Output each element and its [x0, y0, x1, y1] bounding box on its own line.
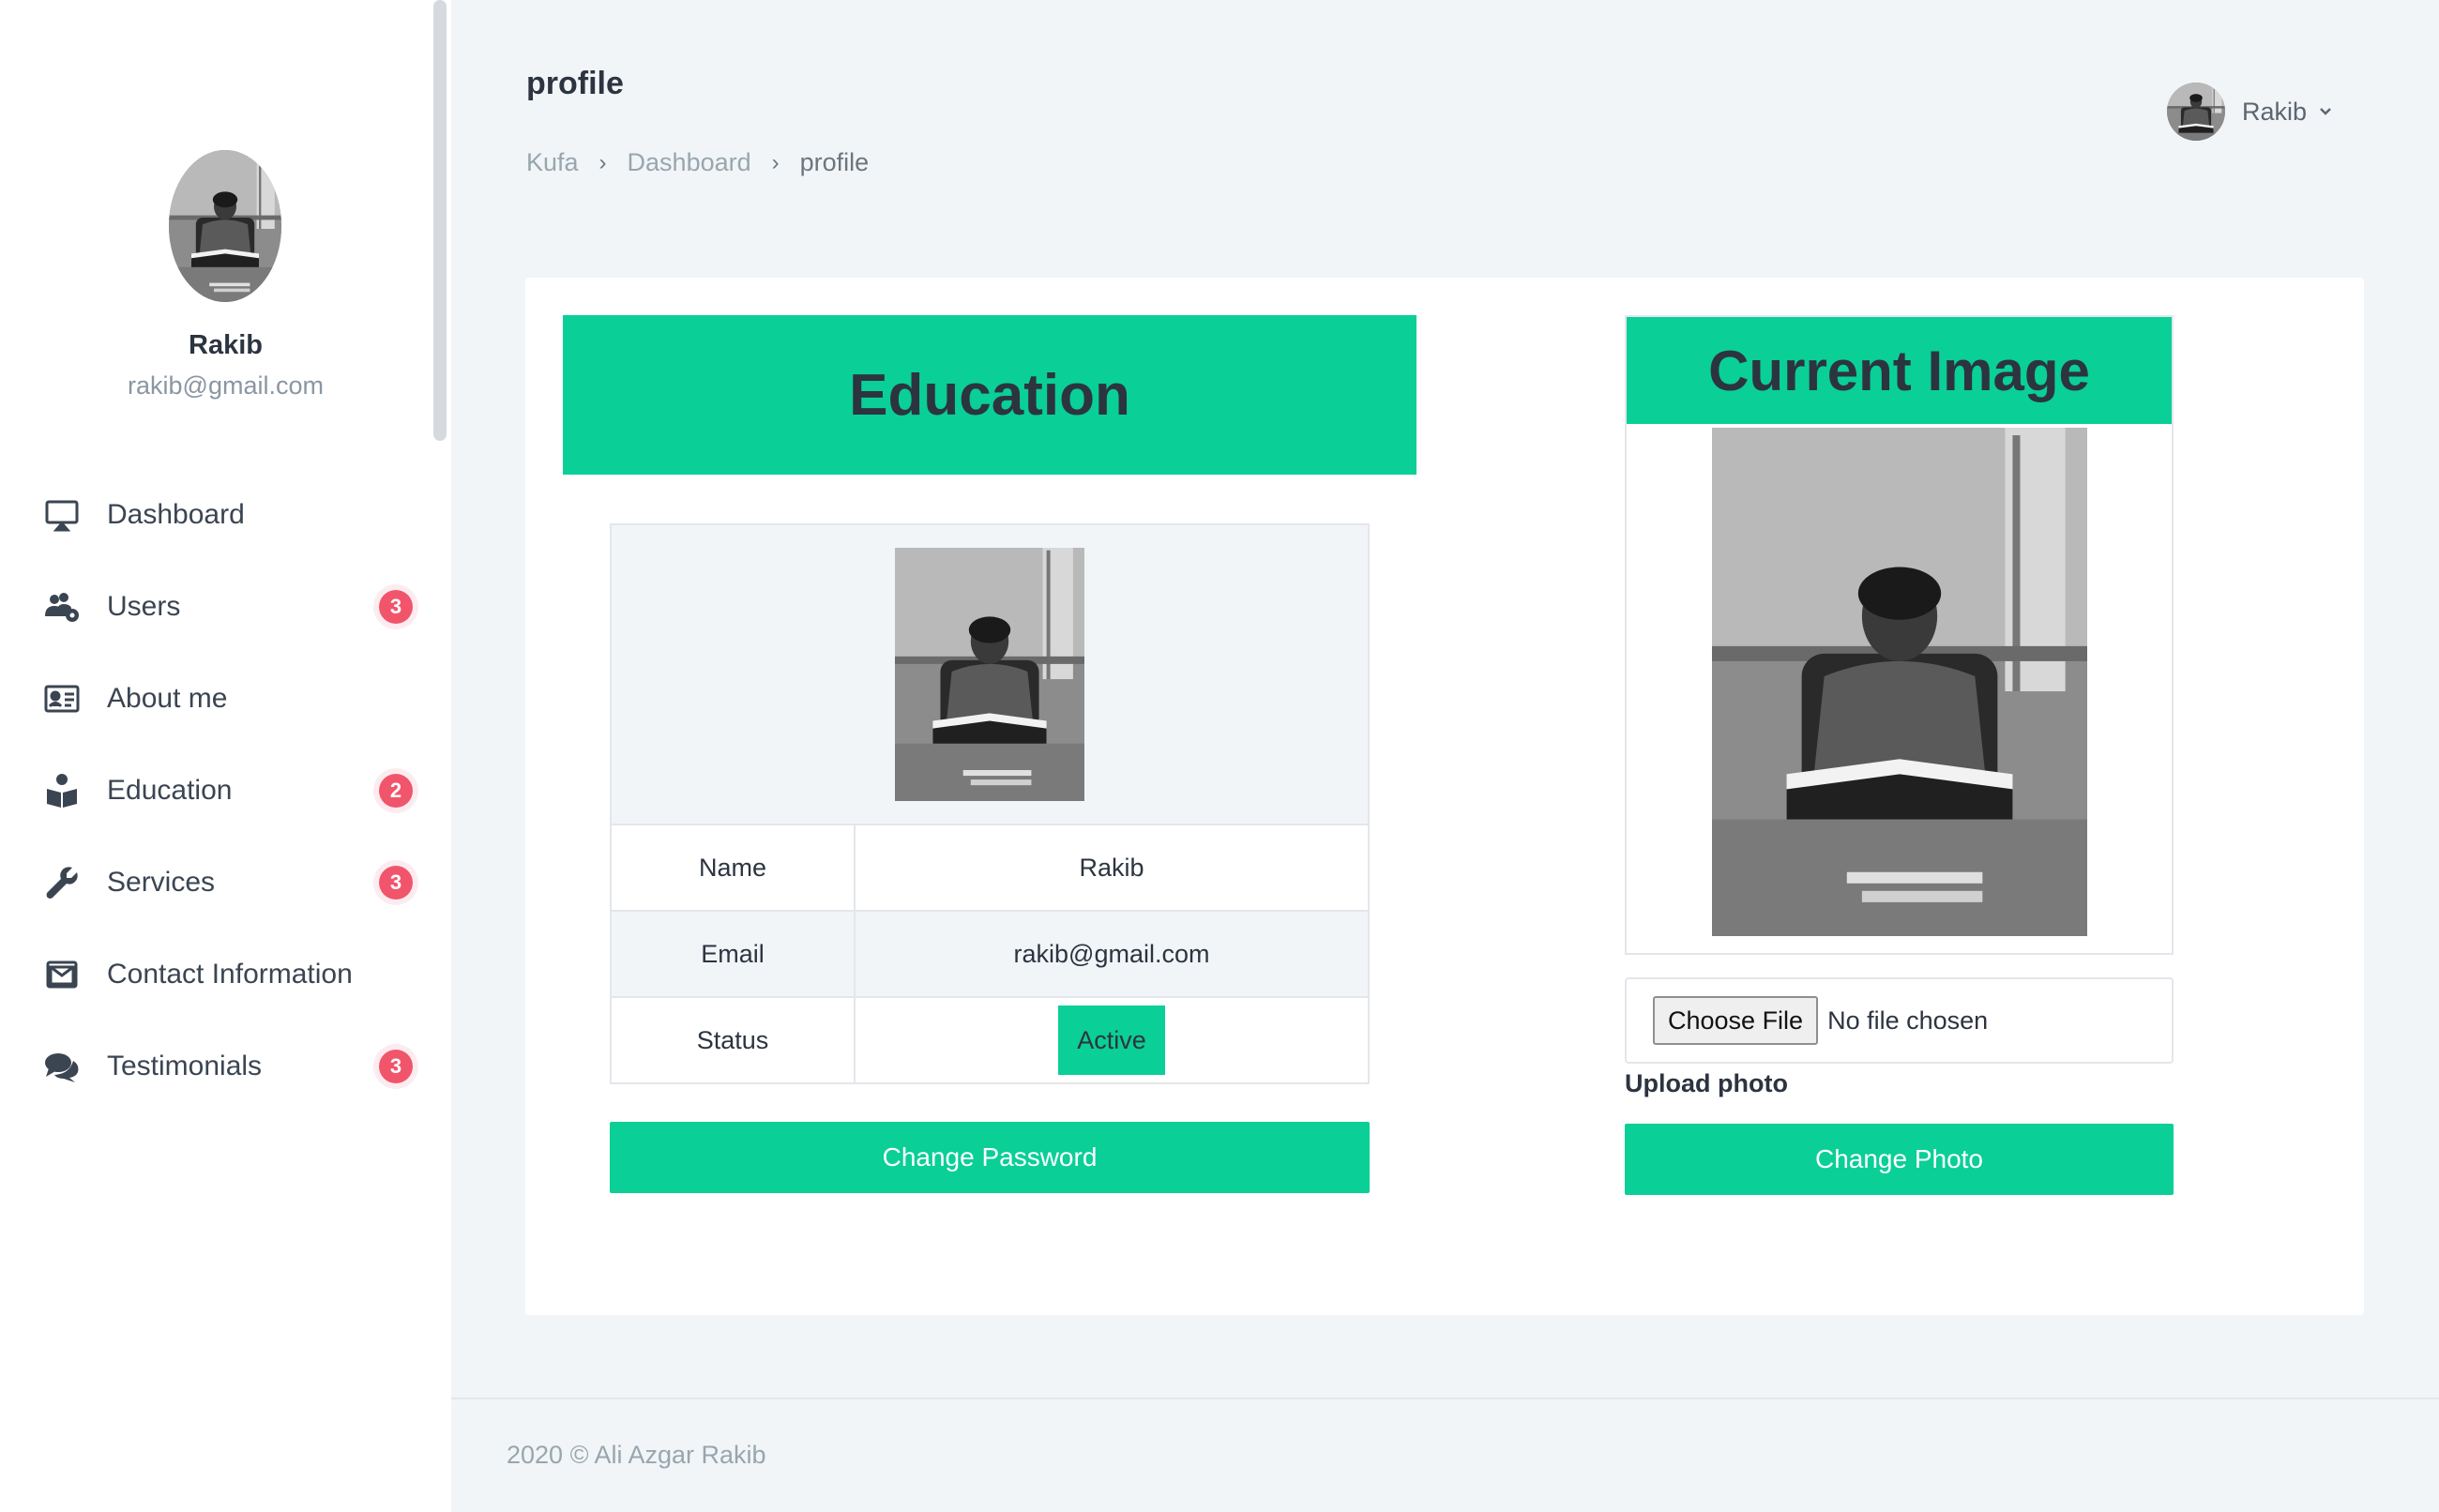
sidebar-item-users[interactable]: Users 3	[0, 561, 451, 653]
change-password-button[interactable]: Change Password	[610, 1122, 1370, 1193]
profile-photo-cell	[610, 523, 1370, 825]
sidebar-item-label: Users	[107, 591, 181, 622]
email-label: Email	[610, 910, 856, 998]
sidebar-item-testimonials[interactable]: Testimonials 3	[0, 1021, 451, 1112]
breadcrumb-current: profile	[799, 148, 870, 176]
education-count-badge: 2	[379, 774, 413, 808]
id-card-icon	[41, 678, 83, 719]
education-title: Education	[849, 362, 1130, 428]
sidebar-item-label: About me	[107, 683, 228, 714]
sidebar-item-dashboard[interactable]: Dashboard	[0, 469, 451, 561]
page-title: profile	[526, 66, 624, 101]
sidebar-item-label: Services	[107, 867, 216, 898]
users-count-badge: 3	[379, 590, 413, 624]
table-row: Status Active	[610, 996, 1370, 1084]
name-label: Name	[610, 824, 856, 912]
file-input[interactable]: Choose File No file chosen	[1625, 977, 2174, 1064]
user-menu[interactable]: Rakib	[2167, 83, 2335, 141]
sidebar-item-services[interactable]: Services 3	[0, 837, 451, 929]
email-value: rakib@gmail.com	[854, 910, 1370, 998]
choose-file-button[interactable]: Choose File	[1653, 996, 1819, 1045]
breadcrumb: Kufa › Dashboard › profile	[526, 148, 869, 177]
envelope-icon	[41, 954, 83, 995]
chevron-right-icon: ›	[598, 149, 607, 175]
sidebar-item-about-me[interactable]: About me	[0, 653, 451, 745]
sidebar-item-label: Contact Information	[107, 959, 353, 990]
profile-photo-thumbnail	[895, 548, 1084, 801]
table-row: Email rakib@gmail.com	[610, 910, 1370, 998]
current-image-panel: Current Image	[1625, 315, 2174, 955]
profile-email: rakib@gmail.com	[128, 371, 324, 400]
sidebar-item-label: Testimonials	[107, 1051, 263, 1081]
sidebar-item-contact-information[interactable]: Contact Information	[0, 929, 451, 1021]
sidebar: Rakib rakib@gmail.com Dashboard Users 3 …	[0, 0, 451, 1512]
profile-name: Rakib	[189, 330, 263, 360]
profile-card: Education Name Rakib Email rakib@gmail.c…	[525, 278, 2364, 1315]
book-reader-icon	[41, 770, 83, 811]
education-header: Education	[563, 315, 1416, 475]
upload-photo-label: Upload photo	[1625, 1069, 1788, 1097]
table-row: Name Rakib	[610, 824, 1370, 912]
profile-avatar	[169, 150, 281, 302]
chevron-down-icon	[2320, 108, 2331, 115]
change-photo-button[interactable]: Change Photo	[1625, 1124, 2174, 1195]
app-root: Rakib rakib@gmail.com Dashboard Users 3 …	[0, 0, 2439, 1512]
status-badge: Active	[1058, 1005, 1165, 1075]
current-image-header: Current Image	[1627, 317, 2172, 424]
wrench-icon	[41, 862, 83, 903]
footer-divider	[451, 1398, 2439, 1399]
profile-info-table: Name Rakib Email rakib@gmail.com Status …	[610, 523, 1370, 1084]
sidebar-item-label: Dashboard	[107, 499, 245, 530]
avatar	[2167, 83, 2225, 141]
monitor-icon	[41, 494, 83, 536]
sidebar-nav: Dashboard Users 3 About me Education 2 S…	[0, 469, 451, 1112]
status-label: Status	[610, 996, 856, 1084]
breadcrumb-link-home[interactable]: Kufa	[526, 148, 579, 177]
sidebar-item-label: Education	[107, 775, 233, 806]
chevron-right-icon: ›	[771, 149, 780, 175]
user-menu-name: Rakib	[2242, 97, 2308, 126]
services-count-badge: 3	[379, 866, 413, 900]
status-cell: Active	[854, 996, 1370, 1084]
file-status-text: No file chosen	[1827, 1005, 1989, 1035]
users-cog-icon	[41, 586, 83, 627]
testimonials-count-badge: 3	[379, 1050, 413, 1083]
name-value: Rakib	[854, 824, 1370, 912]
comments-icon	[41, 1046, 83, 1087]
current-image-title: Current Image	[1708, 339, 2090, 402]
footer-copyright: 2020 © Ali Azgar Rakib	[507, 1441, 766, 1469]
breadcrumb-link-dashboard[interactable]: Dashboard	[628, 148, 751, 177]
current-image-photo	[1711, 428, 2087, 936]
sidebar-item-education[interactable]: Education 2	[0, 745, 451, 837]
